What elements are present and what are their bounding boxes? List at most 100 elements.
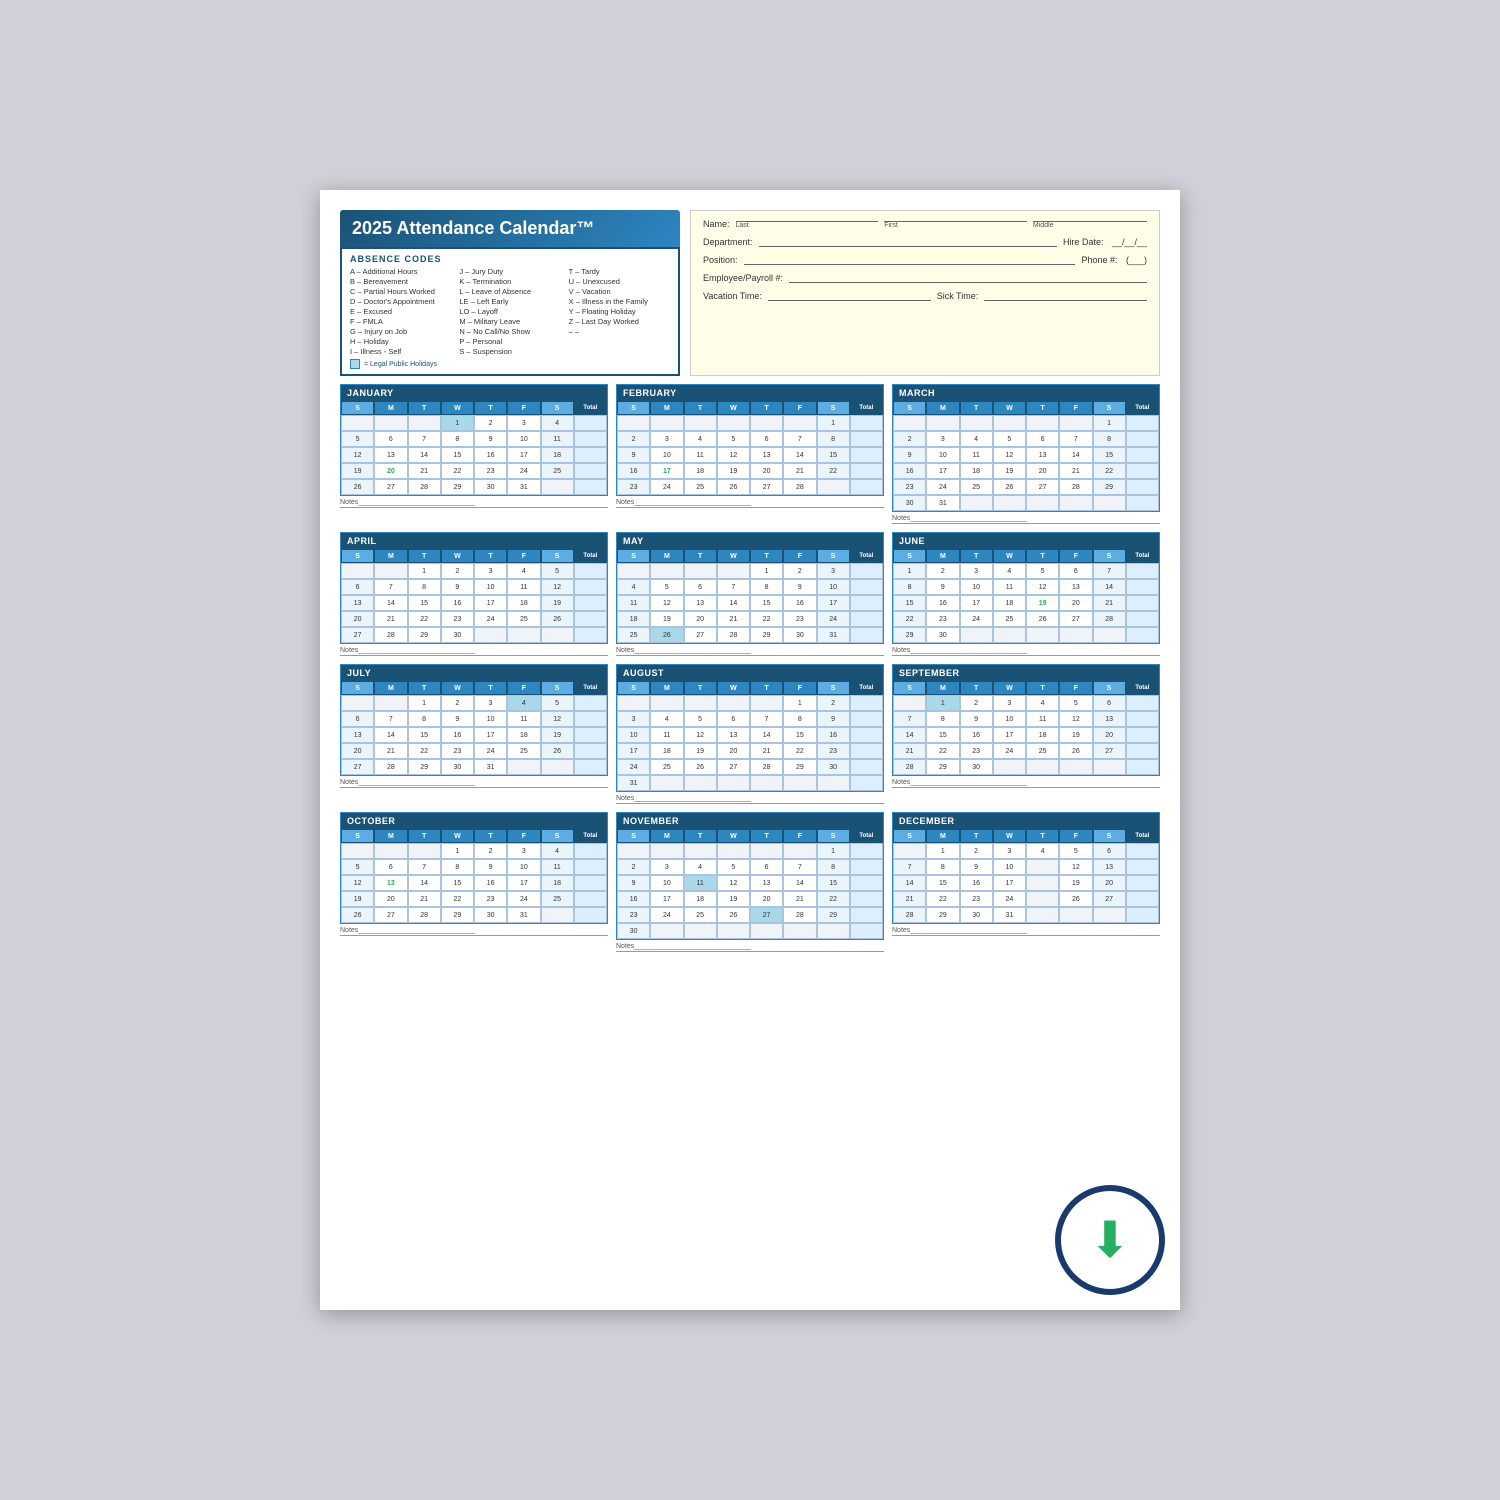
cal-day-cell: 12 — [993, 447, 1026, 463]
cal-header-f: F — [507, 681, 540, 695]
cal-day-cell: 11 — [993, 579, 1026, 595]
position-line[interactable] — [744, 264, 1076, 265]
cal-day-cell — [1026, 495, 1059, 511]
notes-july: Notes______________________________ — [340, 779, 608, 788]
cal-day-cell: 30 — [441, 627, 474, 643]
cal-day-cell — [1126, 843, 1159, 859]
name-label: Name: — [703, 219, 730, 229]
cal-day-cell: 10 — [507, 859, 540, 875]
first-name-line[interactable] — [884, 221, 1027, 222]
cal-header-m: M — [926, 681, 959, 695]
cal-day-cell: 12 — [1059, 711, 1092, 727]
cal-header-m: M — [374, 681, 407, 695]
cal-day-cell: 4 — [541, 415, 574, 431]
cal-day-cell: 14 — [408, 447, 441, 463]
sick-line[interactable] — [984, 300, 1147, 301]
last-name-line[interactable] — [736, 221, 879, 222]
cal-day-cell — [574, 859, 607, 875]
cal-day-cell: 17 — [617, 743, 650, 759]
cal-day-cell: 18 — [1026, 727, 1059, 743]
cal-day-cell: 27 — [341, 759, 374, 775]
cal-day-cell — [850, 431, 883, 447]
emp-line[interactable] — [789, 282, 1147, 283]
cal-day-cell: 30 — [474, 479, 507, 495]
cal-day-cell — [893, 695, 926, 711]
cal-day-cell: 30 — [817, 759, 850, 775]
cal-day-cell: 19 — [717, 891, 750, 907]
cal-day-cell — [574, 447, 607, 463]
cal-day-cell — [893, 415, 926, 431]
cal-header-s: S — [1093, 549, 1126, 563]
code-item: F – FMLA — [350, 317, 451, 326]
cal-day-cell — [926, 415, 959, 431]
cal-day-cell: 11 — [684, 875, 717, 891]
cal-day-cell: 31 — [926, 495, 959, 511]
cal-day-cell: 28 — [1059, 479, 1092, 495]
cal-day-cell: 20 — [1026, 463, 1059, 479]
cal-day-cell: 10 — [960, 579, 993, 595]
month-november: NOVEMBERSMTWTFSTotal12345678910111213141… — [616, 812, 884, 952]
cal-day-cell: 27 — [1059, 611, 1092, 627]
cal-day-cell: 23 — [960, 743, 993, 759]
cal-day-cell: 18 — [684, 891, 717, 907]
cal-header-f: F — [1059, 549, 1092, 563]
cal-header-s: S — [341, 549, 374, 563]
cal-day-cell: 8 — [893, 579, 926, 595]
cal-day-cell: 3 — [650, 859, 683, 875]
cal-header-f: F — [1059, 681, 1092, 695]
cal-day-cell: 9 — [960, 711, 993, 727]
cal-day-cell: 12 — [541, 711, 574, 727]
cal-day-cell: 3 — [507, 415, 540, 431]
cal-day-cell: 25 — [1026, 743, 1059, 759]
cal-day-cell: 12 — [650, 595, 683, 611]
sick-label: Sick Time: — [937, 291, 979, 301]
month-header-january: JANUARY — [341, 385, 607, 401]
cal-day-cell — [1026, 627, 1059, 643]
dept-line[interactable] — [759, 246, 1057, 247]
cal-day-cell: 16 — [960, 875, 993, 891]
cal-day-cell: 30 — [960, 907, 993, 923]
cal-day-cell — [541, 907, 574, 923]
cal-day-cell: 7 — [1093, 563, 1126, 579]
cal-day-cell — [717, 563, 750, 579]
cal-day-cell — [850, 611, 883, 627]
cal-day-cell — [474, 627, 507, 643]
download-overlay[interactable]: ⬇ — [1055, 1185, 1165, 1295]
cal-header-s: S — [617, 401, 650, 415]
cal-day-cell — [893, 843, 926, 859]
cal-day-cell: 19 — [1026, 595, 1059, 611]
cal-day-cell: 2 — [617, 431, 650, 447]
cal-day-cell: 16 — [474, 447, 507, 463]
cal-day-cell: 4 — [650, 711, 683, 727]
cal-header-s: S — [817, 549, 850, 563]
cal-day-cell: 13 — [750, 875, 783, 891]
cal-day-cell: 3 — [960, 563, 993, 579]
code-item: N – No Call/No Show — [459, 327, 560, 336]
cal-day-cell: 19 — [650, 611, 683, 627]
cal-day-cell: 25 — [993, 611, 1026, 627]
cal-day-cell — [1126, 743, 1159, 759]
cal-day-cell — [574, 431, 607, 447]
cal-day-cell: 24 — [960, 611, 993, 627]
month-header-march: MARCH — [893, 385, 1159, 401]
cal-day-cell: 16 — [441, 595, 474, 611]
cal-day-cell: 4 — [1026, 695, 1059, 711]
cal-day-cell — [850, 711, 883, 727]
cal-day-cell — [1126, 563, 1159, 579]
code-item: M – Military Leave — [459, 317, 560, 326]
cal-day-cell: 18 — [684, 463, 717, 479]
holiday-note-text: = Legal Public Holidays — [364, 361, 437, 368]
vacation-line[interactable] — [768, 300, 931, 301]
absence-codes-box: ABSENCE CODES A – Additional HoursB – Be… — [340, 247, 680, 376]
cal-day-cell: 23 — [441, 743, 474, 759]
cal-day-cell: 30 — [893, 495, 926, 511]
notes-june: Notes______________________________ — [892, 647, 1160, 656]
cal-day-cell — [574, 415, 607, 431]
cal-day-cell — [374, 843, 407, 859]
download-circle[interactable]: ⬇ — [1055, 1185, 1165, 1295]
cal-day-cell: 25 — [507, 743, 540, 759]
cal-header-m: M — [650, 829, 683, 843]
cal-day-cell — [1126, 907, 1159, 923]
cal-header-t: T — [960, 549, 993, 563]
calendar-title: 2025 Attendance Calendar™ — [340, 210, 680, 247]
